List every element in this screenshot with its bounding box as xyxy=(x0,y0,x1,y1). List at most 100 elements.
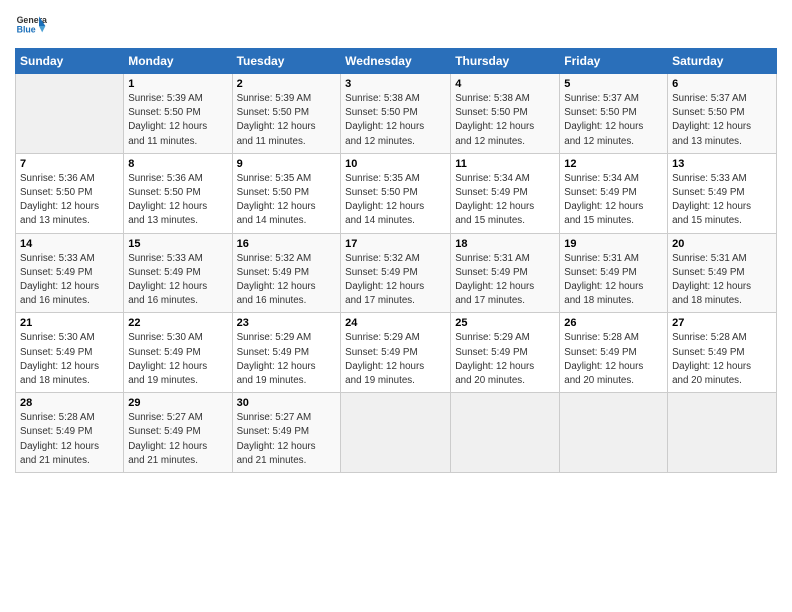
calendar-cell xyxy=(668,393,777,473)
calendar-cell: 25Sunrise: 5:29 AM Sunset: 5:49 PM Dayli… xyxy=(451,313,560,393)
calendar-cell: 4 Sunrise: 5:38 AM Sunset: 5:50 PM Daylig… xyxy=(451,74,560,154)
calendar-cell: 28 Sunrise: 5:28 AM Sunset: 5:49 PM Dayli… xyxy=(16,393,124,473)
calendar-cell: 13 Sunrise: 5:33 AM Sunset: 5:49 PM Dayli… xyxy=(668,153,777,233)
calendar-week-row: 14 Sunrise: 5:33 AM Sunset: 5:49 PM Dayli… xyxy=(16,233,777,313)
day-detail: Sunrise: 5:36 AM Sunset: 5:50 PM Dayligh… xyxy=(20,172,119,229)
column-header-sunday: Sunday xyxy=(16,49,124,74)
calendar-cell: 30 Sunrise: 5:27 AM Sunset: 5:49 PM Dayli… xyxy=(232,393,341,473)
day-number: 3 xyxy=(345,78,446,90)
day-detail: Sunrise: 5:29 AM Sunset: 5:49 PM Dayligh… xyxy=(455,331,555,388)
day-number: 28 xyxy=(20,397,119,409)
calendar-cell xyxy=(451,393,560,473)
day-number: 24 xyxy=(345,317,446,329)
calendar-cell: 1 Sunrise: 5:39 AM Sunset: 5:50 PM Daylig… xyxy=(124,74,232,154)
calendar-cell: 12 Sunrise: 5:34 AM Sunset: 5:49 PM Dayli… xyxy=(560,153,668,233)
day-detail: Sunrise: 5:30 AM Sunset: 5:49 PM Dayligh… xyxy=(20,331,119,388)
day-number: 20 xyxy=(672,238,772,250)
day-number: 6 xyxy=(672,78,772,90)
day-detail: Sunrise: 5:36 AM Sunset: 5:50 PM Dayligh… xyxy=(128,172,227,229)
svg-text:Blue: Blue xyxy=(17,24,36,34)
calendar-cell: 9 Sunrise: 5:35 AM Sunset: 5:50 PM Daylig… xyxy=(232,153,341,233)
calendar-cell: 20 Sunrise: 5:31 AM Sunset: 5:49 PM Dayli… xyxy=(668,233,777,313)
day-number: 5 xyxy=(564,78,663,90)
calendar-cell: 2 Sunrise: 5:39 AM Sunset: 5:50 PM Daylig… xyxy=(232,74,341,154)
day-number: 19 xyxy=(564,238,663,250)
calendar-cell: 24 Sunrise: 5:29 AM Sunset: 5:49 PM Dayli… xyxy=(341,313,451,393)
column-header-tuesday: Tuesday xyxy=(232,49,341,74)
calendar-cell: 23 Sunrise: 5:29 AM Sunset: 5:49 PM Dayli… xyxy=(232,313,341,393)
day-detail: Sunrise: 5:29 AM Sunset: 5:49 PM Dayligh… xyxy=(237,331,337,388)
calendar-cell: 27Sunrise: 5:28 AM Sunset: 5:49 PM Dayli… xyxy=(668,313,777,393)
day-number: 12 xyxy=(564,158,663,170)
day-number: 11 xyxy=(455,158,555,170)
calendar-week-row: 7 Sunrise: 5:36 AM Sunset: 5:50 PM Daylig… xyxy=(16,153,777,233)
day-detail: Sunrise: 5:32 AM Sunset: 5:49 PM Dayligh… xyxy=(345,252,446,309)
calendar-cell: 21 Sunrise: 5:30 AM Sunset: 5:49 PM Dayli… xyxy=(16,313,124,393)
calendar-cell: 18 Sunrise: 5:31 AM Sunset: 5:49 PM Dayli… xyxy=(451,233,560,313)
header: General Blue xyxy=(15,10,777,42)
day-number: 13 xyxy=(672,158,772,170)
day-number: 30 xyxy=(237,397,337,409)
day-number: 17 xyxy=(345,238,446,250)
day-detail: Sunrise: 5:38 AM Sunset: 5:50 PM Dayligh… xyxy=(455,92,555,149)
column-header-monday: Monday xyxy=(124,49,232,74)
calendar-cell: 16 Sunrise: 5:32 AM Sunset: 5:49 PM Dayli… xyxy=(232,233,341,313)
day-detail: Sunrise: 5:32 AM Sunset: 5:49 PM Dayligh… xyxy=(237,252,337,309)
calendar-cell: 17 Sunrise: 5:32 AM Sunset: 5:49 PM Dayli… xyxy=(341,233,451,313)
day-number: 8 xyxy=(128,158,227,170)
day-detail: Sunrise: 5:39 AM Sunset: 5:50 PM Dayligh… xyxy=(237,92,337,149)
calendar-cell: 8 Sunrise: 5:36 AM Sunset: 5:50 PM Daylig… xyxy=(124,153,232,233)
column-header-wednesday: Wednesday xyxy=(341,49,451,74)
day-number: 2 xyxy=(237,78,337,90)
day-number: 18 xyxy=(455,238,555,250)
day-number: 21 xyxy=(20,317,119,329)
column-header-thursday: Thursday xyxy=(451,49,560,74)
day-detail: Sunrise: 5:34 AM Sunset: 5:49 PM Dayligh… xyxy=(455,172,555,229)
day-number: 1 xyxy=(128,78,227,90)
day-detail: Sunrise: 5:37 AM Sunset: 5:50 PM Dayligh… xyxy=(564,92,663,149)
day-number: 26 xyxy=(564,317,663,329)
calendar-cell: 29 Sunrise: 5:27 AM Sunset: 5:49 PM Dayli… xyxy=(124,393,232,473)
calendar-cell: 19 Sunrise: 5:31 AM Sunset: 5:49 PM Dayli… xyxy=(560,233,668,313)
day-number: 16 xyxy=(237,238,337,250)
calendar-table: SundayMondayTuesdayWednesdayThursdayFrid… xyxy=(15,48,777,473)
column-header-saturday: Saturday xyxy=(668,49,777,74)
calendar-cell: 15Sunrise: 5:33 AM Sunset: 5:49 PM Dayli… xyxy=(124,233,232,313)
day-detail: Sunrise: 5:33 AM Sunset: 5:49 PM Dayligh… xyxy=(20,252,119,309)
day-detail: Sunrise: 5:39 AM Sunset: 5:50 PM Dayligh… xyxy=(128,92,227,149)
calendar-week-row: 28 Sunrise: 5:28 AM Sunset: 5:49 PM Dayli… xyxy=(16,393,777,473)
calendar-cell: 11 Sunrise: 5:34 AM Sunset: 5:49 PM Dayli… xyxy=(451,153,560,233)
day-detail: Sunrise: 5:31 AM Sunset: 5:49 PM Dayligh… xyxy=(455,252,555,309)
day-detail: Sunrise: 5:35 AM Sunset: 5:50 PM Dayligh… xyxy=(237,172,337,229)
day-detail: Sunrise: 5:38 AM Sunset: 5:50 PM Dayligh… xyxy=(345,92,446,149)
calendar-cell xyxy=(341,393,451,473)
calendar-cell: 10 Sunrise: 5:35 AM Sunset: 5:50 PM Dayli… xyxy=(341,153,451,233)
day-number: 23 xyxy=(237,317,337,329)
day-detail: Sunrise: 5:34 AM Sunset: 5:49 PM Dayligh… xyxy=(564,172,663,229)
calendar-cell: 26 Sunrise: 5:28 AM Sunset: 5:49 PM Dayli… xyxy=(560,313,668,393)
logo-icon: General Blue xyxy=(15,10,47,42)
day-number: 14 xyxy=(20,238,119,250)
calendar-week-row: 21 Sunrise: 5:30 AM Sunset: 5:49 PM Dayli… xyxy=(16,313,777,393)
calendar-cell: 22 Sunrise: 5:30 AM Sunset: 5:49 PM Dayli… xyxy=(124,313,232,393)
day-detail: Sunrise: 5:28 AM Sunset: 5:49 PM Dayligh… xyxy=(564,331,663,388)
day-number: 22 xyxy=(128,317,227,329)
day-number: 29 xyxy=(128,397,227,409)
day-detail: Sunrise: 5:33 AM Sunset: 5:49 PM Dayligh… xyxy=(672,172,772,229)
calendar-cell: 14 Sunrise: 5:33 AM Sunset: 5:49 PM Dayli… xyxy=(16,233,124,313)
day-detail: Sunrise: 5:31 AM Sunset: 5:49 PM Dayligh… xyxy=(564,252,663,309)
day-number: 4 xyxy=(455,78,555,90)
day-detail: Sunrise: 5:27 AM Sunset: 5:49 PM Dayligh… xyxy=(128,411,227,468)
day-detail: Sunrise: 5:35 AM Sunset: 5:50 PM Dayligh… xyxy=(345,172,446,229)
day-number: 7 xyxy=(20,158,119,170)
day-number: 9 xyxy=(237,158,337,170)
day-detail: Sunrise: 5:31 AM Sunset: 5:49 PM Dayligh… xyxy=(672,252,772,309)
day-detail: Sunrise: 5:29 AM Sunset: 5:49 PM Dayligh… xyxy=(345,331,446,388)
day-detail: Sunrise: 5:28 AM Sunset: 5:49 PM Dayligh… xyxy=(20,411,119,468)
calendar-cell: 7 Sunrise: 5:36 AM Sunset: 5:50 PM Daylig… xyxy=(16,153,124,233)
day-number: 10 xyxy=(345,158,446,170)
day-detail: Sunrise: 5:30 AM Sunset: 5:49 PM Dayligh… xyxy=(128,331,227,388)
column-header-friday: Friday xyxy=(560,49,668,74)
day-detail: Sunrise: 5:27 AM Sunset: 5:49 PM Dayligh… xyxy=(237,411,337,468)
calendar-week-row: 1 Sunrise: 5:39 AM Sunset: 5:50 PM Daylig… xyxy=(16,74,777,154)
